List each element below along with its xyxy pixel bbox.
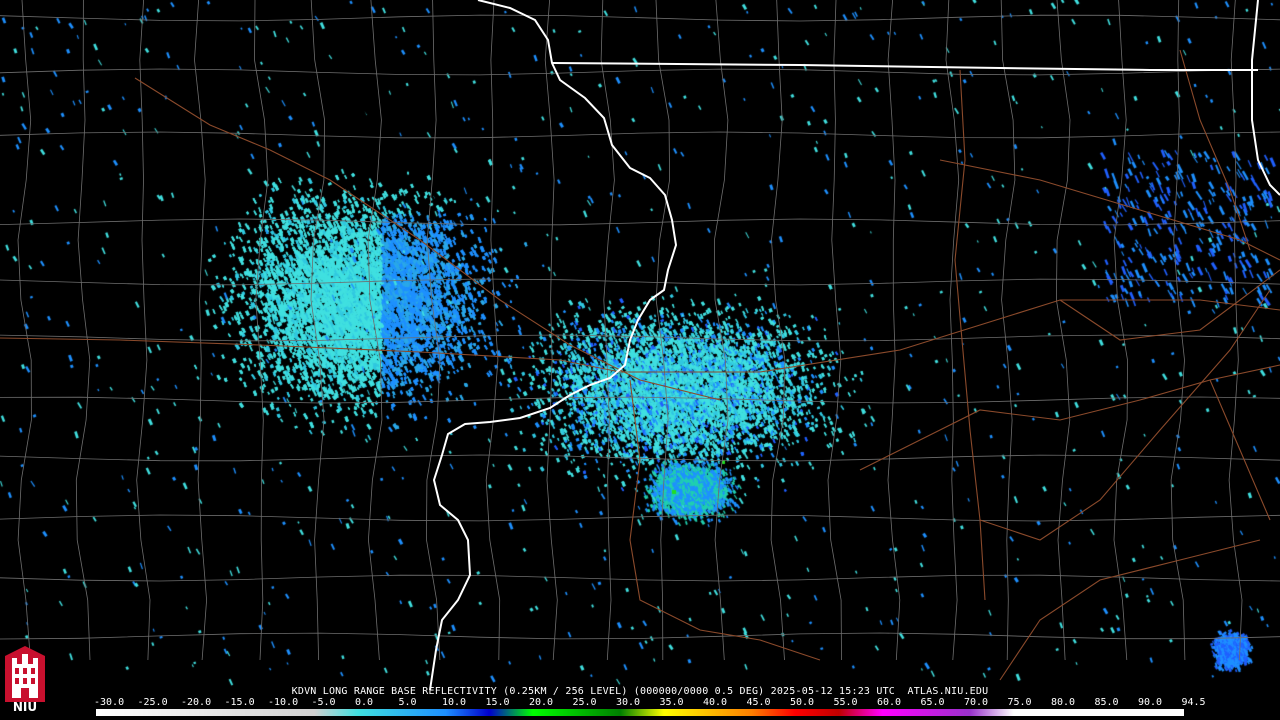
legend-tick-label: -25.0 <box>137 697 168 708</box>
legend-tick-label: -20.0 <box>181 697 212 708</box>
state-boundaries <box>429 0 1280 690</box>
highway-line <box>1209 379 1271 521</box>
legend-tick-label: 70.0 <box>964 697 989 708</box>
legend-tick-label: 40.0 <box>703 697 728 708</box>
legend-tick-label: 90.0 <box>1138 697 1163 708</box>
legend-tick-label: -15.0 <box>224 697 255 708</box>
legend-tick-label: 25.0 <box>572 697 597 708</box>
highway-line <box>999 539 1261 681</box>
legend-tick-label: 75.0 <box>1007 697 1032 708</box>
county-line <box>136 0 151 661</box>
state-line <box>1251 0 1280 196</box>
county-line <box>485 0 501 661</box>
county-line <box>194 0 208 661</box>
legend-tick-label: 10.0 <box>442 697 467 708</box>
legend-tick-label: 50.0 <box>790 697 815 708</box>
radar-map-view <box>0 0 1280 720</box>
legend-tick-label: 5.0 <box>398 697 417 708</box>
map-overlay <box>0 0 1280 690</box>
legend-tick-label: 85.0 <box>1094 697 1119 708</box>
county-boundaries <box>0 0 1280 661</box>
niu-logo: NIU <box>3 646 47 716</box>
county-line <box>1228 0 1243 661</box>
legend-tick-label: -30.0 <box>94 697 125 708</box>
state-line <box>551 62 1258 71</box>
legend-tick-label: 94.5 <box>1181 697 1206 708</box>
legend-tick-label: -10.0 <box>268 697 299 708</box>
county-line <box>713 0 729 661</box>
county-line <box>1000 0 1016 661</box>
highway-line <box>1179 49 1251 251</box>
highway-line <box>0 299 1280 373</box>
county-line <box>887 0 901 661</box>
legend-tick-label: 55.0 <box>833 697 858 708</box>
county-line <box>770 0 786 661</box>
county-line <box>0 514 1280 522</box>
county-line <box>0 574 1280 582</box>
state-line <box>429 0 678 690</box>
county-line <box>655 0 671 661</box>
county-line <box>254 0 269 661</box>
legend-tick-label: 80.0 <box>1051 697 1076 708</box>
legend-color-bar <box>96 709 1184 716</box>
county-line <box>1055 0 1071 661</box>
legend-tick-label: 0.0 <box>355 697 374 708</box>
legend-tick-label: 60.0 <box>877 697 902 708</box>
county-line <box>0 632 1280 640</box>
county-line <box>1113 0 1128 661</box>
legend-tick-label: 35.0 <box>659 697 684 708</box>
legend-tick-label: 45.0 <box>746 697 771 708</box>
county-line <box>0 14 1280 22</box>
county-line <box>945 0 960 661</box>
county-line <box>310 0 326 661</box>
county-line <box>0 131 1280 139</box>
county-line <box>17 0 32 661</box>
logo-wordmark: NIU <box>12 700 38 714</box>
county-line <box>75 0 91 661</box>
legend-tick-label: 30.0 <box>616 697 641 708</box>
highway-line <box>629 379 821 661</box>
legend-tick-labels: -30.0 -25.0 -20.0 -15.0 -10.0 -5.0 0.0 5.0 10.0 1… <box>94 697 1206 709</box>
county-line <box>827 0 842 661</box>
legend-tick-label: 20.0 <box>529 697 554 708</box>
county-line <box>0 396 1280 404</box>
legend-tick-label: 65.0 <box>920 697 945 708</box>
county-line <box>367 0 383 661</box>
highway-line <box>859 364 1280 471</box>
county-line <box>0 334 1280 342</box>
county-line <box>600 0 615 661</box>
highway-line <box>939 159 1280 261</box>
county-line <box>0 278 1280 286</box>
legend-tick-label: 15.0 <box>485 697 510 708</box>
niu-logo-icon <box>5 646 45 702</box>
legend-tick-label: -5.0 <box>311 697 336 708</box>
county-line <box>426 0 441 661</box>
county-line <box>0 218 1280 226</box>
highways <box>0 49 1280 681</box>
